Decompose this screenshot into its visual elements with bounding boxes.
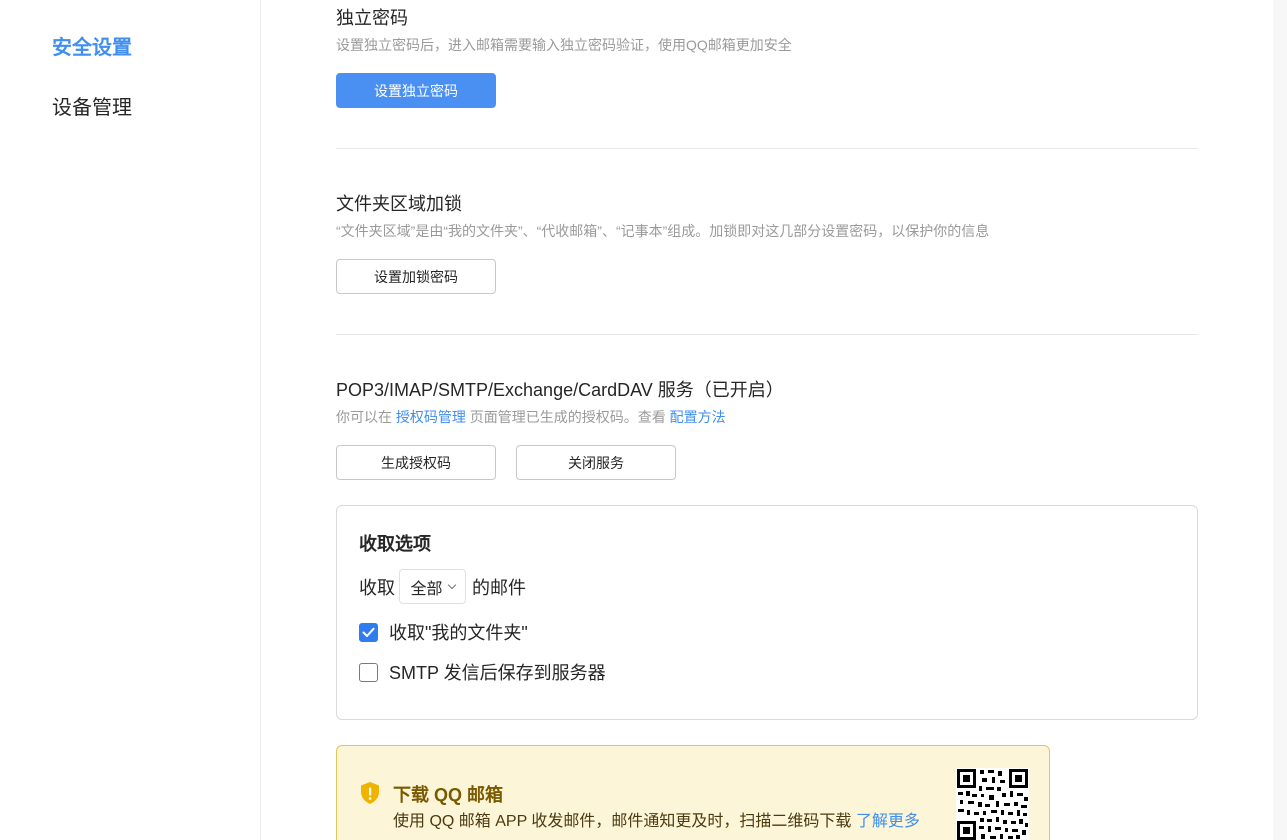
banner-title: 下载 QQ 邮箱 xyxy=(393,785,504,805)
sidebar: 安全设置 设备管理 xyxy=(0,0,261,840)
receive-my-folders-option: 收取"我的文件夹" xyxy=(359,619,528,645)
receive-my-folders-checkbox[interactable] xyxy=(359,622,378,642)
receive-range-row: 收取 全部 的邮件 xyxy=(359,569,526,604)
sidebar-item-device-management[interactable]: 设备管理 xyxy=(52,91,132,120)
pop3-service-desc: 你可以在 授权码管理 页面管理已生成的授权码。查看 配置方法 xyxy=(336,407,726,427)
qr-code-icon xyxy=(956,768,1029,840)
independent-password-title: 独立密码 xyxy=(336,8,408,28)
banner-desc-text: 使用 QQ 邮箱 APP 收发邮件，邮件通知更及时，扫描二维码下载 xyxy=(393,813,852,830)
download-app-banner: 下载 QQ 邮箱 使用 QQ 邮箱 APP 收发邮件，邮件通知更及时，扫描二维码… xyxy=(336,745,1050,840)
folder-lock-title: 文件夹区域加锁 xyxy=(336,194,462,214)
smtp-save-checkbox[interactable] xyxy=(359,662,378,682)
learn-more-link[interactable]: 了解更多 xyxy=(856,813,920,830)
folder-lock-desc: “文件夹区域”是由“我的文件夹”、“代收邮箱”、“记事本”组成。加锁即对这几部分… xyxy=(336,223,990,239)
shield-icon xyxy=(361,782,379,804)
checkmark-icon xyxy=(362,627,375,637)
receive-my-folders-label[interactable]: 收取"我的文件夹" xyxy=(389,619,528,645)
set-independent-password-button[interactable]: 设置独立密码 xyxy=(336,73,496,108)
smtp-save-option: SMTP 发信后保存到服务器 xyxy=(359,659,606,685)
divider xyxy=(336,148,1198,149)
receive-suffix-label: 的邮件 xyxy=(472,577,526,598)
receive-options-title: 收取选项 xyxy=(359,534,431,554)
config-method-link[interactable]: 配置方法 xyxy=(670,409,726,425)
chevron-down-icon xyxy=(447,580,456,590)
banner-desc: 使用 QQ 邮箱 APP 收发邮件，邮件通知更及时，扫描二维码下载 了解更多 xyxy=(393,807,920,831)
receive-range-select[interactable]: 全部 xyxy=(399,569,466,604)
divider xyxy=(336,334,1198,335)
pop3-service-title: POP3/IMAP/SMTP/Exchange/CardDAV 服务（已开启） xyxy=(336,380,784,400)
pop3-desc-prefix: 你可以在 xyxy=(336,409,392,425)
pop3-desc-middle: 页面管理已生成的授权码。查看 xyxy=(469,409,666,425)
close-service-button[interactable]: 关闭服务 xyxy=(516,445,676,480)
auth-code-management-link[interactable]: 授权码管理 xyxy=(396,409,466,425)
receive-options-card: 收取选项 收取 全部 的邮件 收取"我的文件夹" SMTP 发信后保存到服务器 xyxy=(336,505,1198,720)
receive-range-value: 全部 xyxy=(410,580,443,598)
independent-password-desc: 设置独立密码后，进入邮箱需要输入独立密码验证，使用QQ邮箱更加安全 xyxy=(336,37,792,53)
receive-prefix-label: 收取 xyxy=(359,577,395,598)
smtp-save-label[interactable]: SMTP 发信后保存到服务器 xyxy=(389,659,606,685)
sidebar-item-security-settings[interactable]: 安全设置 xyxy=(52,31,132,60)
generate-auth-code-button[interactable]: 生成授权码 xyxy=(336,445,496,480)
scrollbar-track[interactable] xyxy=(1273,0,1287,840)
set-lock-password-button[interactable]: 设置加锁密码 xyxy=(336,259,496,294)
